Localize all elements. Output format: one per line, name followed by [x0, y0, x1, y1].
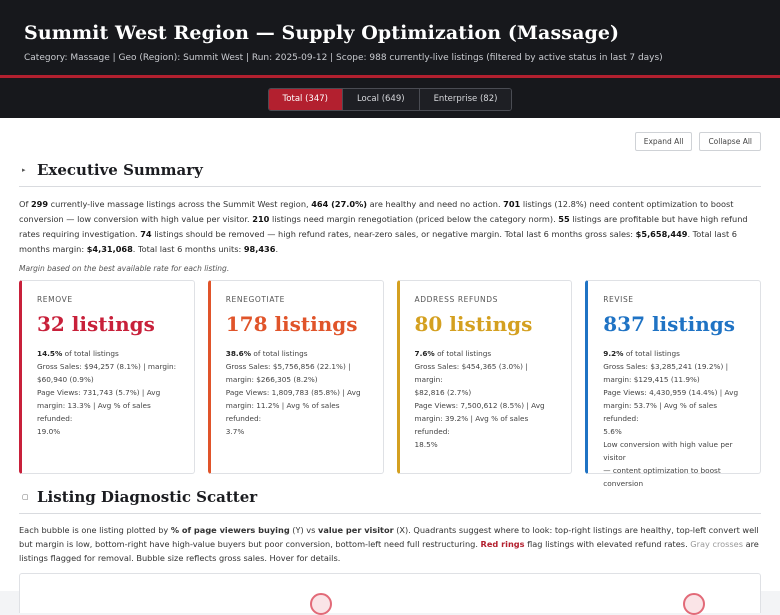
margin-note: Margin based on the best available rate …	[19, 264, 230, 273]
segment-tabs: Total (347) Local (649) Enterprise (82)	[267, 88, 513, 111]
page-header: Summit West Region — Supply Optimization…	[0, 0, 780, 78]
card-renegotiate: RENEGOTIATE 178 listings 38.6% of total …	[207, 280, 384, 474]
card-address-refunds: ADDRESS REFUNDS 80 listings 7.6% of tota…	[396, 280, 573, 474]
refund-ring-bubble[interactable]	[683, 593, 705, 615]
tab-local[interactable]: Local (649)	[342, 89, 420, 110]
card-details: 14.5% of total listings Gross Sales: $94…	[37, 349, 177, 436]
collapse-all-button[interactable]: Collapse All	[699, 132, 761, 151]
expand-all-button[interactable]: Expand All	[634, 132, 693, 151]
card-count: 80 listings	[414, 312, 533, 336]
chevron-right-icon[interactable]: ▸	[22, 166, 37, 174]
card-count: 837 listings	[603, 312, 736, 336]
main-content: Expand All Collapse All ▸ Executive Summ…	[0, 118, 780, 615]
collapse-square-icon[interactable]: ▢	[22, 493, 37, 501]
scatter-header[interactable]: ▢ Listing Diagnostic Scatter	[19, 488, 761, 514]
card-details: 9.2% of total listings Gross Sales: $3,2…	[603, 349, 739, 488]
card-remove: REMOVE 32 listings 14.5% of total listin…	[19, 280, 195, 474]
tab-total[interactable]: Total (347)	[268, 89, 343, 110]
header-accent-line	[0, 75, 780, 78]
card-count: 178 listings	[225, 312, 358, 336]
executive-summary-header[interactable]: ▸ Executive Summary	[19, 161, 761, 187]
scatter-description: Each bubble is one listing plotted by % …	[19, 525, 759, 563]
card-label: REMOVE	[37, 295, 73, 304]
page-title: Summit West Region — Supply Optimization…	[24, 22, 620, 44]
executive-summary-text: Of 299 currently-live massage listings a…	[19, 199, 748, 254]
card-label: ADDRESS REFUNDS	[414, 295, 498, 304]
card-details: 38.6% of total listings Gross Sales: $5,…	[225, 349, 361, 436]
card-label: RENEGOTIATE	[225, 295, 286, 304]
action-cards: REMOVE 32 listings 14.5% of total listin…	[19, 280, 761, 488]
segment-tabs-bar: Total (347) Local (649) Enterprise (82)	[0, 78, 780, 118]
refund-ring-bubble[interactable]	[310, 593, 332, 615]
page-subtitle: Category: Massage | Geo (Region): Summit…	[24, 53, 663, 63]
scatter-section: ▢ Listing Diagnostic Scatter Each bubble…	[19, 488, 761, 615]
executive-summary-title: Executive Summary	[37, 161, 203, 179]
card-count: 32 listings	[37, 312, 155, 336]
scatter-plot[interactable]	[19, 573, 761, 615]
scatter-title: Listing Diagnostic Scatter	[37, 488, 258, 506]
card-label: REVISE	[603, 295, 634, 304]
card-revise: REVISE 837 listings 9.2% of total listin…	[585, 280, 761, 488]
card-details: 7.6% of total listings Gross Sales: $454…	[414, 349, 545, 449]
tab-enterprise[interactable]: Enterprise (82)	[419, 89, 512, 110]
section-controls: Expand All Collapse All	[19, 118, 761, 151]
